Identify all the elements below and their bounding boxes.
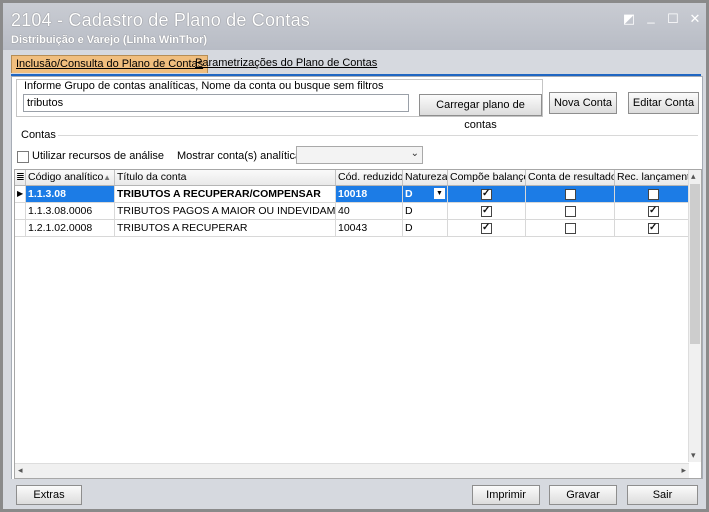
extras-button[interactable]: Extras	[16, 485, 82, 505]
footer-bar: Extras Imprimir Gravar Sair	[3, 479, 706, 509]
exit-button[interactable]: Sair	[627, 485, 698, 505]
tab-parametrizacoes[interactable]: Parametrizações do Plano de Contas	[191, 55, 381, 72]
cell-natureza: D	[403, 203, 448, 219]
rec-lancamento-checkbox[interactable]	[648, 189, 659, 200]
cell-codigo: 1.1.3.08	[26, 186, 115, 202]
column-header-titulo[interactable]: Título da conta	[115, 170, 336, 185]
column-header-reduzido[interactable]: Cód. reduzido	[336, 170, 403, 185]
column-header-codigo[interactable]: Código analítico ▲	[26, 170, 115, 185]
show-accounts-select[interactable]: ⌄	[296, 146, 423, 164]
row-indicator-icon: ▶	[15, 186, 26, 202]
row-indicator	[15, 220, 26, 236]
window-subtitle: Distribuição e Varejo (Linha WinThor)	[11, 34, 208, 46]
cell-compoe-balanco	[448, 220, 526, 236]
sort-asc-icon: ▲	[103, 173, 111, 182]
cell-natureza: D	[403, 220, 448, 236]
accounts-grid[interactable]: ≣ Código analítico ▲ Título da conta Cód…	[14, 169, 702, 479]
grid-menu-icon[interactable]: ≣	[15, 170, 26, 185]
cell-codigo: 1.2.1.02.0008	[26, 220, 115, 236]
cell-conta-resultado	[526, 220, 615, 236]
maximize-icon[interactable]: ☐	[665, 11, 681, 27]
tab-panel: Informe Grupo de contas analíticas, Nome…	[11, 76, 703, 481]
column-header-compoe-balanco[interactable]: Compõe balanço	[448, 170, 526, 185]
edit-account-button[interactable]: Editar Conta	[628, 92, 699, 114]
filter-group-label: Informe Grupo de contas analíticas, Nome…	[23, 80, 385, 92]
cell-titulo: TRIBUTOS A RECUPERAR	[115, 220, 336, 236]
title-bar: 2104 - Cadastro de Plano de Contas Distr…	[3, 3, 706, 50]
chevron-down-icon: ⌄	[410, 148, 419, 159]
chevron-down-icon[interactable]: ▼	[434, 188, 445, 199]
horizontal-scrollbar[interactable]: ◂ ▸	[15, 463, 689, 478]
filter-group: Informe Grupo de contas analíticas, Nome…	[16, 79, 543, 131]
cell-codigo: 1.1.3.08.0006	[26, 203, 115, 219]
scroll-left-icon[interactable]: ◂	[18, 465, 23, 476]
conta-resultado-checkbox[interactable]	[565, 223, 576, 234]
minimize-icon[interactable]: _	[643, 9, 659, 25]
row-indicator	[15, 203, 26, 219]
conta-resultado-checkbox[interactable]	[565, 189, 576, 200]
cell-titulo[interactable]: TRIBUTOS A RECUPERAR/COMPENSAR	[115, 186, 336, 202]
column-header-conta-resultado[interactable]: Conta de resultado	[526, 170, 615, 185]
cell-reduzido: 10018	[336, 186, 403, 202]
load-plan-button[interactable]: Carregar plano de contas	[419, 94, 542, 131]
table-row[interactable]: ▶ 1.1.3.08 TRIBUTOS A RECUPERAR/COMPENSA…	[15, 186, 689, 203]
cell-conta-resultado	[526, 186, 615, 202]
cell-natureza[interactable]: D ▼	[403, 186, 448, 202]
vertical-scrollbar[interactable]: ▴ ▾	[688, 170, 701, 462]
cell-reduzido: 10043	[336, 220, 403, 236]
column-header-natureza[interactable]: Natureza	[403, 170, 448, 185]
grid-header: ≣ Código analítico ▲ Título da conta Cód…	[15, 170, 689, 186]
cell-rec-lancamento	[615, 203, 689, 219]
scroll-down-icon[interactable]: ▾	[691, 450, 696, 461]
section-divider	[58, 135, 698, 136]
new-account-button[interactable]: Nova Conta	[549, 92, 617, 114]
print-button[interactable]: Imprimir	[472, 485, 540, 505]
save-button[interactable]: Gravar	[549, 485, 617, 505]
cell-compoe-balanco	[448, 203, 526, 219]
conta-resultado-checkbox[interactable]	[565, 206, 576, 217]
close-icon[interactable]: ✕	[687, 11, 703, 27]
tab-inclusao-consulta[interactable]: Inclusão/Consulta do Plano de Contas	[11, 55, 209, 73]
table-row[interactable]: 1.1.3.08.0006 TRIBUTOS PAGOS A MAIOR OU …	[15, 203, 689, 220]
compoe-balanco-checkbox[interactable]	[481, 203, 492, 219]
vertical-scroll-thumb[interactable]	[690, 184, 700, 344]
restore-icon[interactable]: ◩	[621, 11, 637, 27]
column-header-codigo-label: Código analítico	[28, 171, 104, 183]
scroll-right-icon[interactable]: ▸	[681, 465, 686, 476]
search-input[interactable]	[23, 94, 409, 112]
natureza-value: D	[405, 188, 413, 200]
cell-reduzido: 40	[336, 203, 403, 219]
scroll-up-icon[interactable]: ▴	[691, 171, 696, 182]
rec-lancamento-checkbox[interactable]	[648, 203, 659, 219]
window-title: 2104 - Cadastro de Plano de Contas	[11, 10, 310, 30]
rec-lancamento-checkbox[interactable]	[648, 220, 659, 236]
cell-rec-lancamento	[615, 220, 689, 236]
main-window: 2104 - Cadastro de Plano de Contas Distr…	[0, 0, 709, 512]
contas-section-label: Contas	[21, 129, 56, 141]
tab-strip: Inclusão/Consulta do Plano de Contas Par…	[11, 54, 701, 77]
table-row[interactable]: 1.2.1.02.0008 TRIBUTOS A RECUPERAR 10043…	[15, 220, 689, 237]
column-header-rec-lancamento[interactable]: Rec. lançament	[615, 170, 689, 185]
analysis-checkbox-label: Utilizar recursos de análise	[32, 150, 165, 162]
analysis-checkbox[interactable]	[17, 151, 29, 163]
cell-conta-resultado	[526, 203, 615, 219]
cell-titulo: TRIBUTOS PAGOS A MAIOR OU INDEVIDAMENTE	[117, 203, 336, 219]
compoe-balanco-checkbox[interactable]	[481, 220, 492, 236]
cell-rec-lancamento	[615, 186, 689, 202]
compoe-balanco-checkbox[interactable]	[481, 186, 492, 202]
cell-compoe-balanco	[448, 186, 526, 202]
